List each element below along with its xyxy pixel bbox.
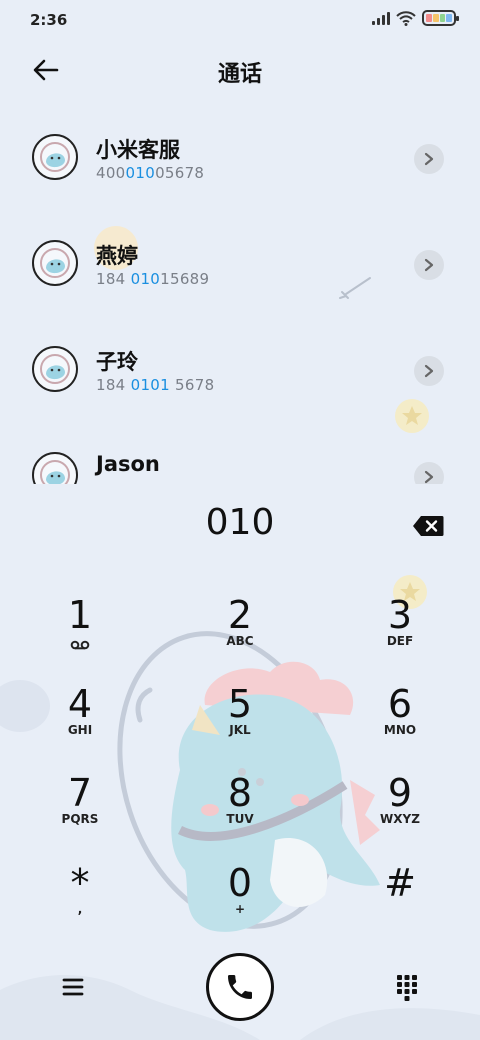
key-letters: JKL bbox=[229, 723, 251, 737]
keypad-icon bbox=[397, 975, 417, 1001]
delete-button[interactable] bbox=[412, 515, 444, 537]
contact-name: 小米客服 bbox=[96, 138, 180, 162]
contact-row[interactable]: 小米客服 40001005678 bbox=[0, 104, 480, 210]
avatar bbox=[32, 452, 78, 484]
chevron-right-icon bbox=[424, 364, 434, 378]
key-digit: 5 bbox=[227, 682, 253, 726]
backspace-icon bbox=[413, 516, 444, 536]
call-button[interactable] bbox=[206, 953, 274, 1021]
key-letters: WXYZ bbox=[380, 812, 420, 826]
menu-icon bbox=[62, 978, 84, 996]
key-star[interactable]: * , bbox=[20, 862, 140, 942]
contact-row[interactable]: 子玲 184 0101 5678 bbox=[0, 316, 480, 422]
key-5[interactable]: 5 JKL bbox=[180, 683, 300, 763]
key-letters: MNO bbox=[383, 723, 417, 737]
key-letters: TUV bbox=[226, 812, 254, 826]
phone-icon bbox=[228, 975, 252, 999]
chevron-right-icon bbox=[424, 470, 434, 484]
voicemail-icon bbox=[70, 640, 90, 650]
menu-button[interactable] bbox=[58, 972, 88, 1002]
key-digit: 9 bbox=[387, 771, 413, 815]
contact-detail-button[interactable] bbox=[414, 144, 444, 174]
contact-detail-button[interactable] bbox=[414, 462, 444, 484]
dialed-number-display[interactable]: 010 bbox=[0, 502, 480, 556]
contact-row[interactable]: 燕婷 184 01015689 bbox=[0, 210, 480, 316]
contact-results-list: 小米客服 40001005678 燕婷 184 01015689 子玲 184 … bbox=[0, 104, 480, 484]
avatar bbox=[32, 240, 78, 286]
avatar bbox=[32, 346, 78, 392]
key-2[interactable]: 2 ABC bbox=[180, 594, 300, 674]
contact-detail-button[interactable] bbox=[414, 356, 444, 386]
keypad-toggle-button[interactable] bbox=[394, 972, 420, 1002]
contact-row[interactable]: Jason bbox=[0, 422, 480, 484]
key-letters: + bbox=[234, 902, 246, 916]
key-letters: PQRS bbox=[61, 812, 99, 826]
battery-icon bbox=[422, 10, 459, 26]
key-digit: # bbox=[384, 861, 416, 905]
key-digit: * bbox=[70, 861, 90, 905]
key-3[interactable]: 3 DEF bbox=[340, 594, 460, 674]
key-8[interactable]: 8 TUV bbox=[180, 772, 300, 852]
key-letters: , bbox=[77, 902, 83, 916]
key-7[interactable]: 7 PQRS bbox=[20, 772, 140, 852]
header: 通话 bbox=[0, 40, 480, 100]
signal-icon bbox=[372, 11, 390, 25]
bottom-bar bbox=[0, 950, 480, 1030]
key-digit: 6 bbox=[387, 682, 413, 726]
contact-detail-button[interactable] bbox=[414, 250, 444, 280]
key-digit: 7 bbox=[67, 771, 93, 815]
key-digit: 1 bbox=[67, 593, 93, 637]
key-1[interactable]: 1 bbox=[20, 594, 140, 674]
key-digit: 4 bbox=[67, 682, 93, 726]
wifi-icon bbox=[396, 11, 416, 26]
contact-name: 燕婷 bbox=[96, 244, 138, 268]
status-icons bbox=[372, 10, 459, 26]
key-9[interactable]: 9 WXYZ bbox=[340, 772, 460, 852]
key-digit: 8 bbox=[227, 771, 253, 815]
key-letters: DEF bbox=[386, 634, 414, 648]
contact-name: 子玲 bbox=[96, 350, 138, 374]
contact-number: 40001005678 bbox=[96, 164, 205, 182]
key-letters: GHI bbox=[67, 723, 93, 737]
key-digit: 3 bbox=[387, 593, 413, 637]
chevron-right-icon bbox=[424, 152, 434, 166]
key-0[interactable]: 0 + bbox=[180, 862, 300, 942]
page-title: 通话 bbox=[217, 62, 262, 87]
avatar bbox=[32, 134, 78, 180]
key-6[interactable]: 6 MNO bbox=[340, 683, 460, 763]
key-digit: 0 bbox=[227, 861, 253, 905]
key-letters: ABC bbox=[226, 634, 254, 648]
chevron-right-icon bbox=[424, 258, 434, 272]
contact-name: Jason bbox=[96, 452, 160, 476]
key-4[interactable]: 4 GHI bbox=[20, 683, 140, 763]
contact-number: 184 01015689 bbox=[96, 270, 210, 288]
key-hash[interactable]: # bbox=[340, 862, 460, 942]
status-time: 2:36 bbox=[30, 11, 68, 29]
key-digit: 2 bbox=[227, 593, 253, 637]
status-bar: 2:36 bbox=[0, 0, 480, 40]
contact-number: 184 0101 5678 bbox=[96, 376, 215, 394]
